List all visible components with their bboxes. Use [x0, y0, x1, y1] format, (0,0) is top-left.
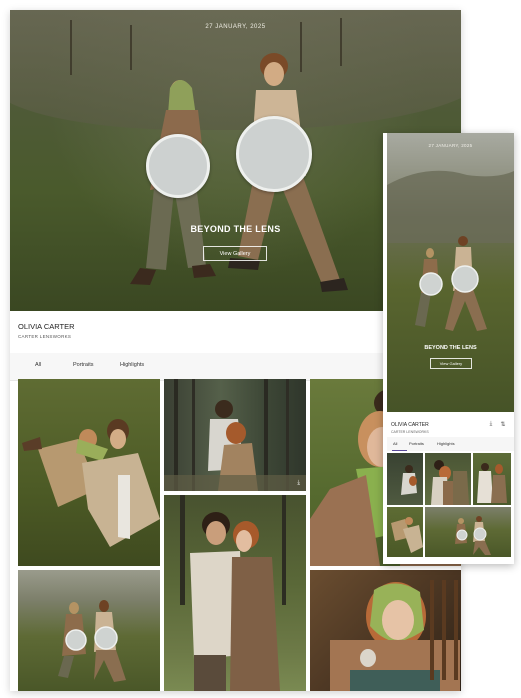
hero-round-mirror	[146, 134, 210, 198]
download-icon[interactable]: ⤓	[297, 480, 300, 487]
mobile-tab-all[interactable]: All	[393, 441, 397, 446]
studio-name: CARTER LENSWORKS	[18, 334, 72, 339]
tab-portraits[interactable]: Portraits	[73, 362, 93, 368]
photo-woman-glass	[330, 580, 460, 691]
view-gallery-button[interactable]: View Gallery	[203, 246, 267, 261]
gallery-photo[interactable]	[18, 379, 160, 566]
mobile-gallery-photo[interactable]	[425, 507, 511, 557]
mobile-gallery-tabs: All Portraits Highlights	[387, 437, 514, 451]
hero-round-mirror	[236, 116, 312, 192]
mobile-gallery-photo[interactable]	[473, 453, 511, 505]
mobile-photo-couple	[431, 460, 469, 505]
gallery-photo[interactable]	[310, 570, 461, 691]
mobile-hero-title: BEYOND THE LENS	[424, 345, 477, 351]
gallery-photo[interactable]	[164, 495, 306, 691]
photographer-name: OLIVIA CARTER	[18, 322, 75, 331]
mobile-photo-standing	[477, 463, 507, 503]
photo-couple-embrace	[180, 495, 286, 691]
mobile-photo-lying	[391, 517, 423, 553]
mobile-hero-cover: 27 JANUARY, 2025 BEYOND THE LENS View Ga…	[387, 133, 514, 412]
mobile-gallery-photo[interactable]	[387, 507, 423, 557]
hero-date: 27 JANUARY, 2025	[205, 24, 266, 30]
sort-icon[interactable]: ⇅	[499, 421, 507, 429]
mobile-photo-forest	[401, 465, 417, 495]
mobile-gallery-photo[interactable]	[387, 453, 423, 505]
mobile-tab-portraits[interactable]: Portraits	[409, 441, 424, 446]
mobile-photographer-name: OLIVIA CARTER	[391, 422, 429, 428]
mobile-tab-highlights[interactable]: Highlights	[437, 441, 455, 446]
hero-tree	[130, 25, 132, 70]
mobile-gallery-mockup: 27 JANUARY, 2025 BEYOND THE LENS View Ga…	[383, 133, 514, 564]
photo-couple-lying	[22, 419, 160, 547]
gallery-photo[interactable]: ⤓	[164, 379, 306, 491]
mobile-view-gallery-button[interactable]: View Gallery	[430, 358, 472, 369]
mobile-gallery-photo[interactable]	[425, 453, 471, 505]
mobile-hero-date: 27 JANUARY, 2025	[428, 143, 473, 148]
mobile-photo-mirrors	[455, 516, 491, 555]
mobile-studio-name: CARTER LENSWORKS	[391, 430, 429, 434]
photo-couple-mirrors	[58, 600, 126, 682]
download-icon[interactable]: ⤓	[487, 421, 495, 429]
photo-couple-forest	[164, 379, 306, 491]
tab-all[interactable]: All	[35, 362, 41, 368]
tab-highlights[interactable]: Highlights	[120, 362, 144, 368]
mobile-active-tab-indicator	[392, 450, 407, 451]
mobile-hero-photo	[387, 170, 514, 331]
gallery-photo[interactable]	[18, 570, 160, 691]
